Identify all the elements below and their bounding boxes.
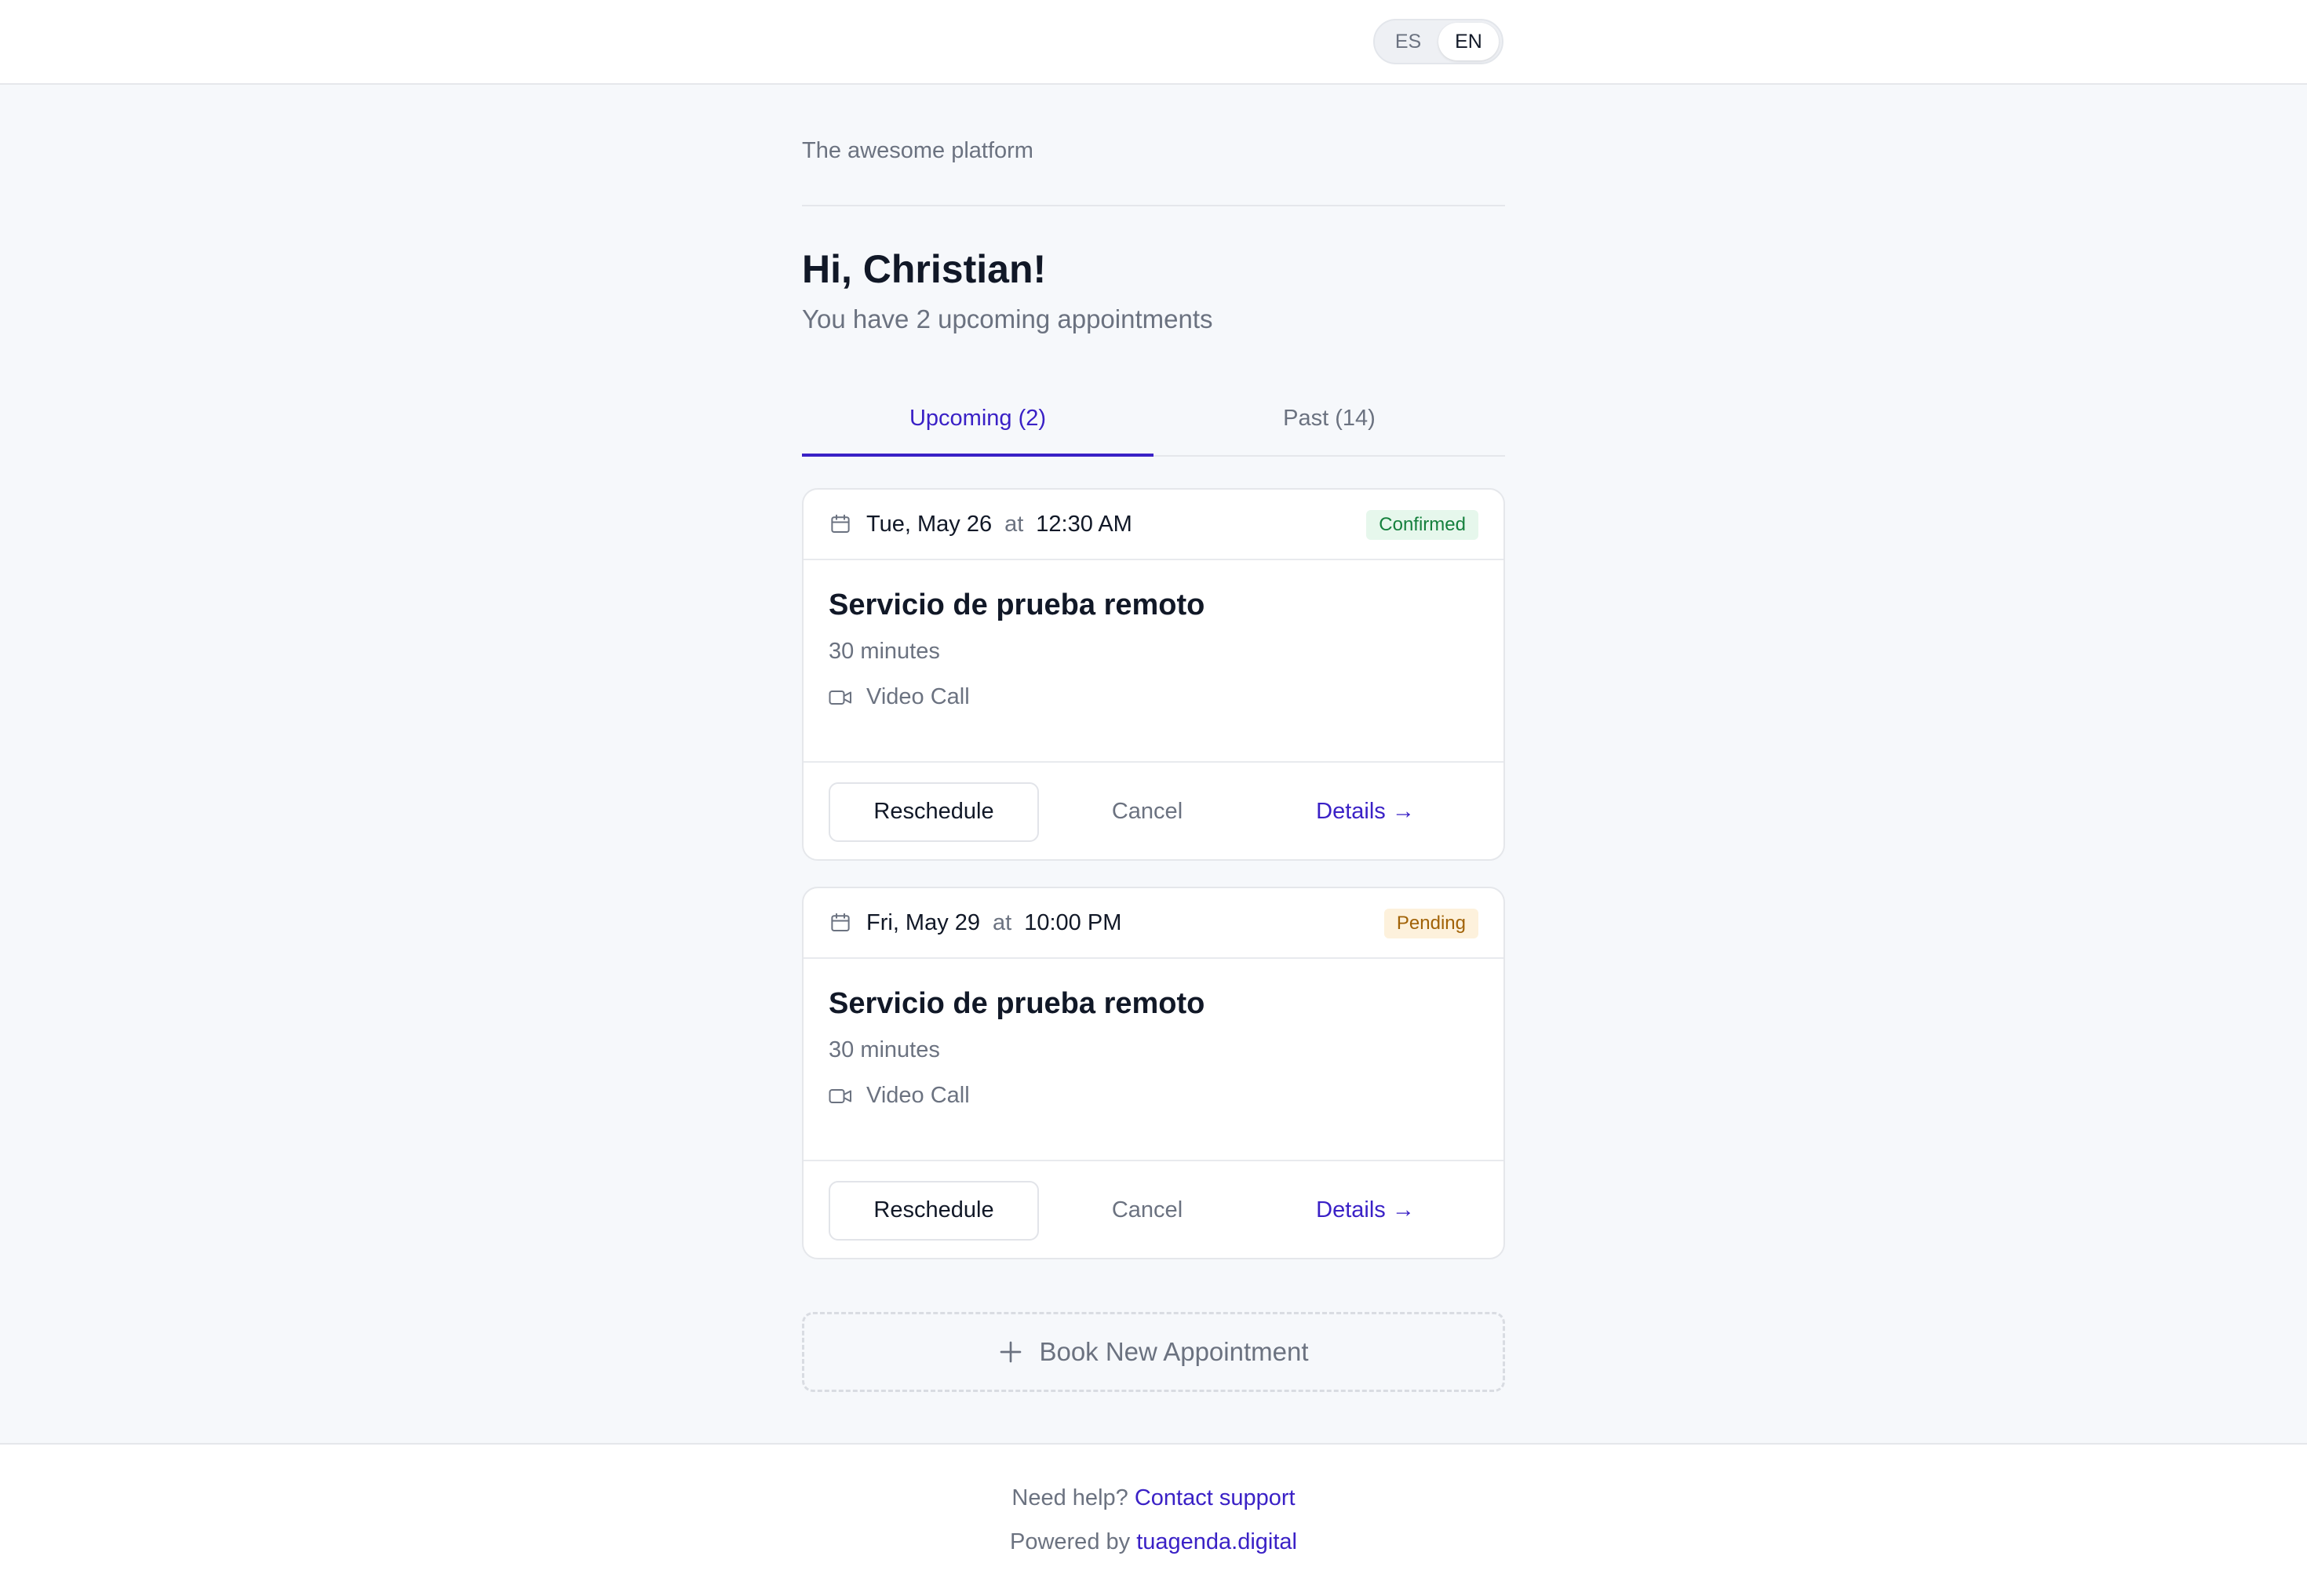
- video-icon: [829, 1088, 851, 1103]
- video-icon: [829, 690, 851, 705]
- page-title: Hi, Christian!: [802, 247, 1047, 291]
- book-new-appointment-label: Book New Appointment: [1039, 1337, 1309, 1366]
- appointment-card: Fri, May 29 at 10:00 PM Pending Servicio…: [802, 887, 1505, 1259]
- tab-upcoming[interactable]: Upcoming (2): [802, 381, 1154, 457]
- divider: [802, 205, 1505, 206]
- appointment-date: Tue, May 26: [866, 511, 993, 537]
- contact-support-link[interactable]: Contact support: [1135, 1485, 1296, 1510]
- appointment-tabs: Upcoming (2) Past (14): [802, 381, 1505, 457]
- help-text: Need help?: [1011, 1485, 1128, 1510]
- appointment-at: at: [1004, 511, 1024, 537]
- calendar-icon: [831, 913, 850, 931]
- footer: Need help? Contact support Powered by tu…: [0, 1443, 2307, 1596]
- plus-icon: [1000, 1341, 1022, 1363]
- powered-by-link[interactable]: tuagenda.digital: [1136, 1529, 1297, 1554]
- reschedule-button[interactable]: Reschedule: [829, 782, 1039, 842]
- appointment-card: Tue, May 26 at 12:30 AM Confirmed Servic…: [802, 488, 1505, 861]
- help-line: Need help? Contact support: [0, 1485, 2307, 1511]
- appointment-card-header: Tue, May 26 at 12:30 AM Confirmed: [804, 490, 1503, 560]
- service-name: Servicio de prueba remoto: [829, 987, 1205, 1020]
- service-location: Video Call: [829, 684, 970, 710]
- appointment-actions: Reschedule Cancel Details →: [804, 1161, 1503, 1259]
- details-link[interactable]: Details →: [1256, 799, 1475, 825]
- top-bar: ES EN: [0, 0, 2307, 85]
- appointment-card-header: Fri, May 29 at 10:00 PM Pending: [804, 888, 1503, 959]
- service-duration: 30 minutes: [829, 639, 940, 664]
- book-new-appointment-button[interactable]: Book New Appointment: [802, 1312, 1505, 1392]
- powered-by-line: Powered by tuagenda.digital: [0, 1529, 2307, 1555]
- calendar-icon: [831, 514, 850, 533]
- status-badge: Confirmed: [1366, 510, 1478, 540]
- reschedule-button[interactable]: Reschedule: [829, 1180, 1039, 1241]
- language-toggle: ES EN: [1373, 19, 1503, 64]
- location-label: Video Call: [866, 1083, 970, 1108]
- status-badge: Pending: [1383, 909, 1478, 938]
- appointment-date: Fri, May 29: [866, 909, 981, 935]
- language-option-es[interactable]: ES: [1378, 23, 1438, 60]
- appointment-time: 10:00 PM: [1024, 909, 1122, 935]
- service-location: Video Call: [829, 1083, 970, 1109]
- powered-by-text: Powered by: [1009, 1529, 1131, 1554]
- location-label: Video Call: [866, 684, 970, 709]
- cancel-button[interactable]: Cancel: [1039, 1197, 1256, 1223]
- cancel-button[interactable]: Cancel: [1039, 799, 1256, 825]
- page-subtitle: You have 2 upcoming appointments: [802, 304, 1213, 333]
- appointment-time: 12:30 AM: [1036, 511, 1132, 537]
- brand-name: The awesome platform: [802, 138, 1033, 163]
- tab-past[interactable]: Past (14): [1154, 381, 1505, 455]
- appointment-card-body: Servicio de prueba remoto 30 minutes Vid…: [804, 959, 1503, 1161]
- service-name: Servicio de prueba remoto: [829, 588, 1205, 621]
- service-duration: 30 minutes: [829, 1037, 940, 1062]
- details-link[interactable]: Details →: [1256, 1197, 1475, 1223]
- appointment-card-body: Servicio de prueba remoto 30 minutes Vid…: [804, 560, 1503, 763]
- language-option-en[interactable]: EN: [1438, 23, 1499, 60]
- appointment-at: at: [993, 909, 1012, 935]
- appointment-actions: Reschedule Cancel Details →: [804, 763, 1503, 861]
